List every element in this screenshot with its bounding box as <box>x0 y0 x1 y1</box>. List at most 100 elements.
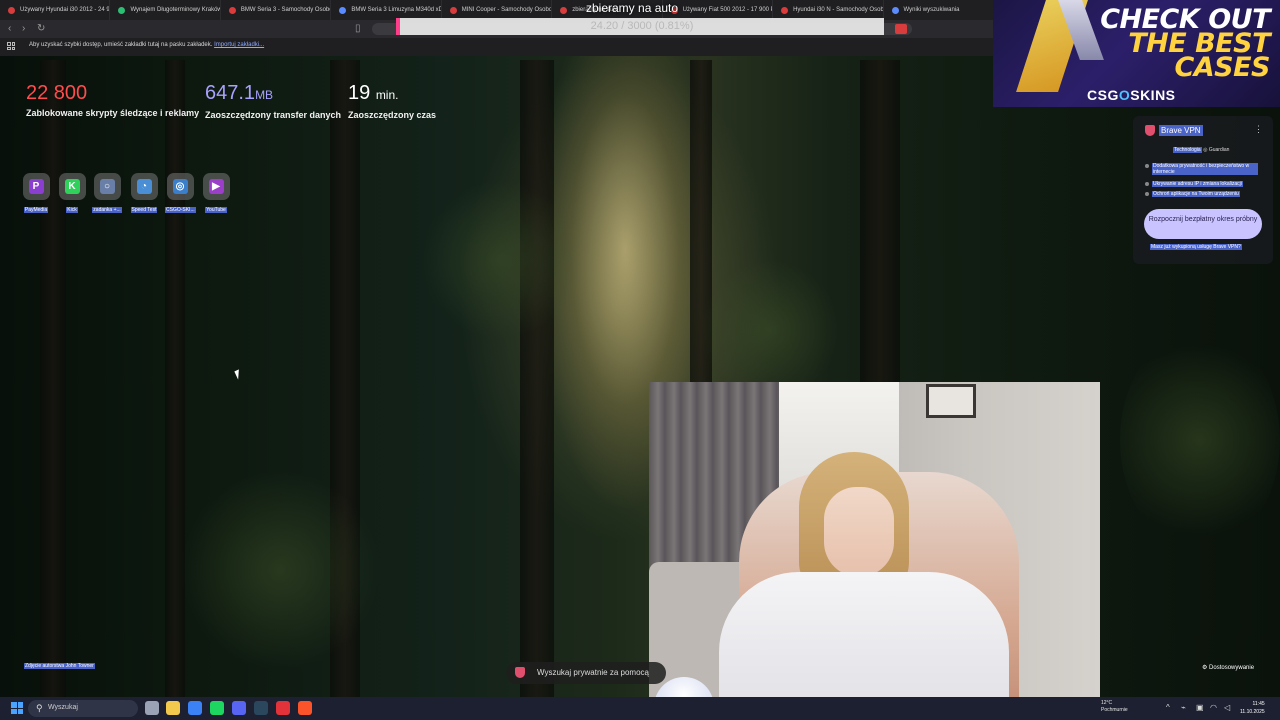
foliage <box>700 260 840 400</box>
tree-trunk <box>165 60 185 700</box>
tab-favicon-icon <box>228 6 236 14</box>
start-free-trial-button[interactable]: Rozpocznij bezpłatny okres próbny <box>1144 209 1262 239</box>
top-site-tile[interactable]: K Kick <box>57 173 87 218</box>
browser-tab[interactable]: MINI Cooper - Samochody Osobowe <box>442 0 553 20</box>
taskbar-search[interactable]: ⚲ Wyszukaj <box>28 700 138 717</box>
discord-icon[interactable] <box>232 701 246 715</box>
more-options-icon[interactable]: ⋮ <box>1254 124 1263 135</box>
browser-tab[interactable]: BMW Seria 3 - Samochody Osobowe <box>221 0 332 20</box>
top-site-tile[interactable]: ◎ CSGO-SKI... <box>165 173 196 218</box>
search-placeholder: Wyszukaj prywatnie za pomocą <box>537 668 649 677</box>
already-purchased-link[interactable]: Masz już wykupioną usługę Brave VPN? <box>1150 244 1242 250</box>
browser-tab[interactable]: BMW Seria 3 Limuzyna M340d xDrive <box>331 0 442 20</box>
top-site-label: PayMedia <box>23 207 49 213</box>
vpn-title: Brave VPN <box>1159 125 1203 136</box>
brave-icon[interactable] <box>298 701 312 715</box>
photo-credit[interactable]: Zdjęcie autorstwa John Towner <box>24 663 95 669</box>
vpn-feature-text: Ochroń aplikacje na Twoim urządzeniu <box>1152 191 1240 197</box>
clock[interactable]: 11:45 11.10.2025 <box>1240 700 1265 716</box>
top-site-tile[interactable]: ◔ Speed Test <box>129 173 159 218</box>
browser-tab[interactable]: Używany Fiat 500 2012 - 17 900 PLN <box>663 0 774 20</box>
top-site-label: YouTube <box>205 207 227 213</box>
foliage <box>180 470 380 670</box>
top-site-tile[interactable]: ▶ YouTube <box>201 173 231 218</box>
store-icon[interactable] <box>188 701 202 715</box>
tab-title: Używany Fiat 500 2012 - 17 900 PLN <box>682 7 774 13</box>
site-favicon-icon: ◎ <box>172 179 188 194</box>
tab-title: Wyniki wyszukiwania <box>903 7 960 13</box>
browser-tab[interactable]: Wynajem Długoterminowy Kraków <box>110 0 221 20</box>
private-search-box[interactable]: Wyszukaj prywatnie za pomocą <box>506 662 666 684</box>
top-site-tile[interactable]: ○ zadanka +... <box>92 173 122 218</box>
brave-vpn-widget: Brave VPN ⋮ Technologia ◎ Guardian Dodat… <box>1133 116 1273 264</box>
vpn-tech-provider: Guardian <box>1208 147 1230 153</box>
bookmarks-hint-text: Aby uzyskać szybki dostęp, umieść zakład… <box>29 42 213 48</box>
windows-taskbar: ⚲ Wyszukaj 12°C Pochmurnie ^ ⌁ ▣ ◠ ◁ 11:… <box>0 697 1280 720</box>
brand-part: SKINS <box>1130 87 1176 103</box>
browser-tab-strip: Używany Hyundai i30 2012 - 24 900 Wynajem… <box>0 0 994 20</box>
browser-tab[interactable]: Używany Hyundai i30 2012 - 24 900 <box>0 0 111 20</box>
streamer-face <box>824 487 894 577</box>
stat-value: 19 min. <box>348 82 436 106</box>
reload-icon[interactable]: ↻ <box>37 23 45 34</box>
top-site-tile-bg: ○ <box>93 173 121 200</box>
opera-icon[interactable] <box>276 701 290 715</box>
tab-favicon-icon <box>339 6 347 14</box>
wifi-icon[interactable]: ◠ <box>1210 703 1217 712</box>
top-site-label: CSGO-SKI... <box>165 207 196 213</box>
clock-time: 11:45 <box>1252 701 1265 707</box>
bookmarks-hint: Aby uzyskać szybki dostęp, umieść zakład… <box>29 42 264 48</box>
vpn-technology: Technologia ◎ Guardian <box>1173 147 1230 153</box>
chevron-up-icon[interactable]: ^ <box>1166 703 1170 712</box>
network-icon[interactable]: ⌁ <box>1181 703 1186 712</box>
import-bookmarks-link[interactable]: Importuj zakładki... <box>214 42 264 48</box>
csgo-skins-ad[interactable]: CHECK OUT THE BEST CASES CSGOSKINS <box>993 0 1280 107</box>
vpn-feature-text: Dodatkowa prywatność i bezpieczeństwo w … <box>1152 163 1258 175</box>
task-view-icon[interactable] <box>145 701 159 715</box>
site-favicon-icon: ○ <box>99 179 115 194</box>
top-site-label: Kick <box>66 207 78 213</box>
top-site-label: Speed Test <box>130 207 158 213</box>
weather-widget[interactable]: 12°C Pochmurnie <box>1101 700 1128 714</box>
top-site-tile-bg: P <box>22 173 50 200</box>
tab-title: BMW Seria 3 Limuzyna M340d xDrive <box>351 7 440 13</box>
tab-favicon-icon <box>8 6 15 14</box>
customize-button[interactable]: ⚙ Dostosowywanie <box>1202 664 1254 671</box>
extension-icon[interactable] <box>895 24 907 34</box>
top-site-tile-bg: ▶ <box>202 173 230 200</box>
tab-favicon-icon <box>781 6 789 14</box>
bookmark-icon[interactable]: ▯ <box>355 23 361 34</box>
top-site-tile[interactable]: P PayMedia <box>21 173 51 218</box>
forward-icon[interactable]: › <box>22 23 25 34</box>
tab-title: Używany Hyundai i30 2012 - 24 900 <box>20 7 111 13</box>
apps-grid-icon[interactable] <box>7 42 15 50</box>
browser-tab[interactable]: Wyniki wyszukiwania <box>884 0 994 20</box>
donation-goal-title: zbieramy na auto <box>586 1 679 15</box>
top-site-label: zadanka +... <box>92 207 122 213</box>
stat-label: Zablokowane skrypty śledzące i reklamy <box>26 108 200 118</box>
spotify-icon[interactable] <box>210 701 224 715</box>
browser-tab[interactable]: Hyundai i30 N - Samochody Osobowe <box>773 0 884 20</box>
tray-icon[interactable]: ▣ <box>1196 703 1204 712</box>
volume-icon[interactable]: ◁ <box>1224 703 1230 712</box>
brave-icon <box>515 667 525 678</box>
donation-goal-progress: 24.20 / 3000 (0.81%) <box>590 20 694 32</box>
steam-icon[interactable] <box>254 701 268 715</box>
back-icon[interactable]: ‹ <box>8 23 11 34</box>
top-site-tile-bg: K <box>58 173 86 200</box>
stat-value: 647.1MB <box>205 82 341 106</box>
start-icon[interactable] <box>11 702 23 714</box>
brand-part-accent: O <box>1118 87 1131 103</box>
tab-title: MINI Cooper - Samochody Osobowe <box>461 7 553 13</box>
site-favicon-icon: ◔ <box>136 179 152 194</box>
webcam-overlay <box>649 382 1100 720</box>
file-explorer-icon[interactable] <box>166 701 180 715</box>
picture-frame <box>926 384 976 418</box>
vpn-feature-text: Ukrywanie adresu IP i zmiana lokalizacji <box>1152 181 1243 187</box>
stat-value: 22 800 <box>26 82 199 104</box>
tree-trunk <box>40 60 66 700</box>
clock-date: 11.10.2025 <box>1240 709 1265 715</box>
tab-title: Hyundai i30 N - Samochody Osobowe <box>793 7 884 13</box>
vpn-feature: Dodatkowa prywatność i bezpieczeństwo w … <box>1145 163 1258 175</box>
weather-desc: Pochmurnie <box>1101 707 1128 713</box>
